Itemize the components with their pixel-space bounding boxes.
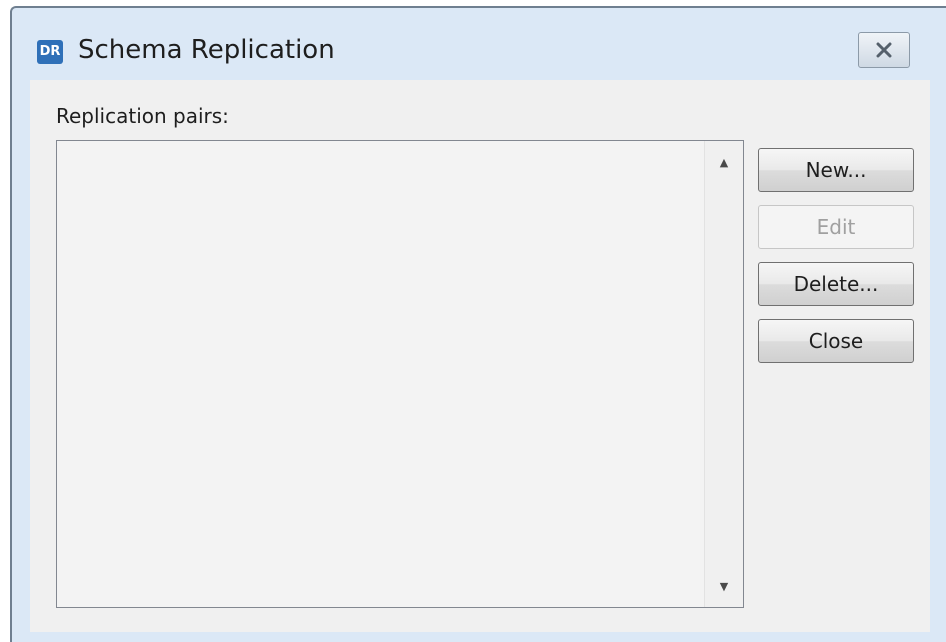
title-bar[interactable]: DR Schema Replication bbox=[12, 8, 946, 80]
edit-button: Edit bbox=[758, 205, 914, 249]
schema-replication-dialog: DR Schema Replication Replication pairs:… bbox=[10, 6, 946, 642]
scroll-up-icon[interactable]: ▲ bbox=[705, 147, 743, 177]
replication-pairs-list[interactable]: ▲ ▼ bbox=[56, 140, 744, 608]
close-icon bbox=[876, 42, 892, 58]
close-window-button[interactable] bbox=[858, 32, 910, 68]
new-button[interactable]: New... bbox=[758, 148, 914, 192]
dialog-body: Replication pairs: ▲ ▼ New... Edit Delet… bbox=[30, 80, 930, 632]
vertical-scrollbar[interactable]: ▲ ▼ bbox=[704, 141, 743, 607]
delete-button[interactable]: Delete... bbox=[758, 262, 914, 306]
window-title: Schema Replication bbox=[78, 35, 335, 65]
app-icon: DR bbox=[37, 40, 63, 64]
replication-pairs-label: Replication pairs: bbox=[56, 104, 229, 128]
scroll-down-icon[interactable]: ▼ bbox=[705, 571, 743, 601]
close-button[interactable]: Close bbox=[758, 319, 914, 363]
